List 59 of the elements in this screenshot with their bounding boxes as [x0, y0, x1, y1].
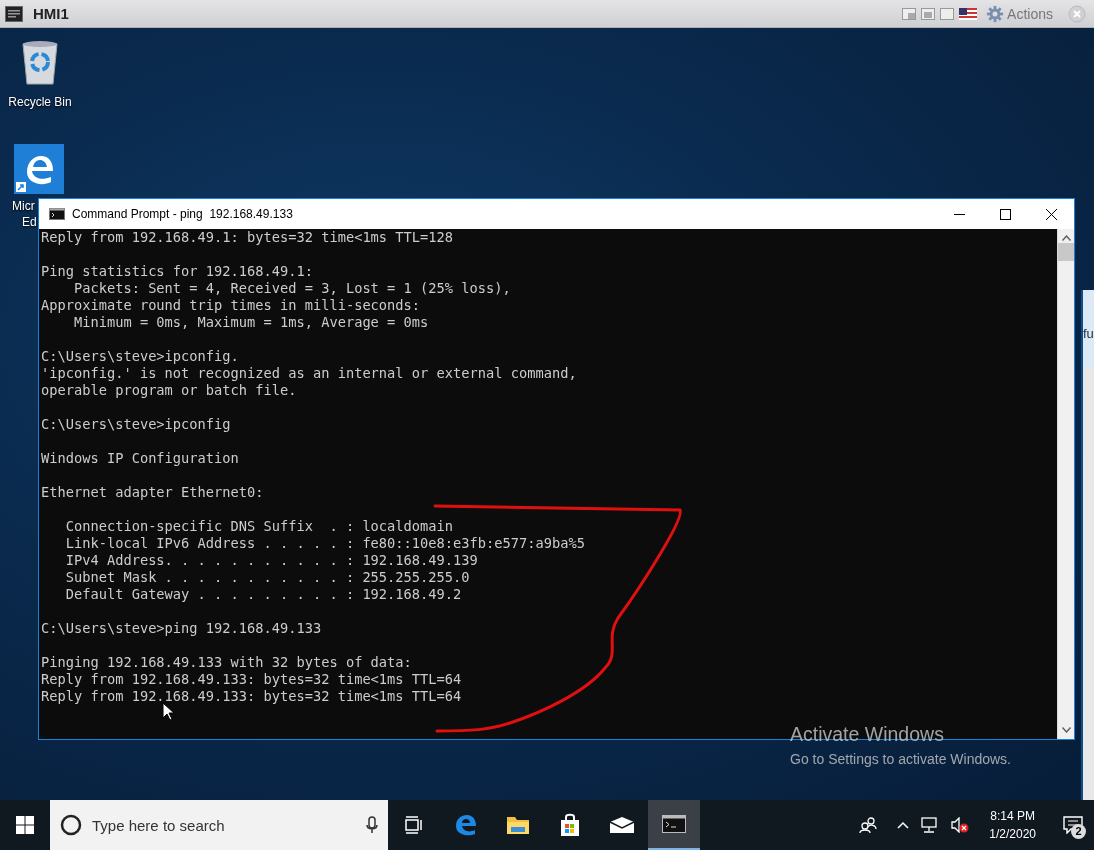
windows-logo-icon [16, 816, 34, 834]
console-line: C:\Users\steve>ipconfig [41, 416, 231, 433]
browser-icon [454, 813, 478, 837]
console-line: Connection-specific DNS Suffix . : localdomain [64, 518, 454, 535]
console-line: Pinging 192.168.49.133 with 32 bytes of data: [41, 654, 412, 671]
console-line: C:\Users\steve>ipconfig. [41, 348, 239, 365]
window-title: Command Prompt - ping 192.168.49.133 [72, 207, 293, 221]
console-line: Link-local IPv6 Address . . . . . : fe80::10e8:e3fb:e577:a9ba%5 [64, 535, 585, 552]
envelope-icon [609, 816, 635, 834]
scrollbar[interactable] [1057, 229, 1074, 739]
console-line: 'ipconfig.' is not recognized as an internal or external command, [41, 365, 577, 382]
notification-count-badge: 2 [1071, 824, 1086, 839]
console-line: Approximate round trip times in milli-seconds: [41, 297, 421, 314]
console-line: Ethernet adapter Ethernet0: [41, 484, 264, 501]
console-line: Reply from 192.168.49.1: bytes=32 time<1ms TTL=128 [41, 229, 454, 246]
search-icon [60, 814, 82, 836]
scrollbar-thumb[interactable] [1058, 243, 1074, 261]
console-line: Packets: Sent = 4, Received = 3, Lost = 1 (25% loss), [72, 280, 511, 297]
clock-time[interactable]: 8:14 PM [990, 807, 1035, 825]
task-view-icon [404, 816, 424, 834]
network-icon[interactable] [921, 817, 940, 833]
scroll-down-icon[interactable] [1061, 727, 1071, 733]
people-icon[interactable] [859, 817, 878, 833]
activation-message: Go to Settings to activate Windows. [790, 750, 1011, 768]
scroll-up-icon[interactable] [1061, 235, 1071, 241]
console-line: operable program or batch file. [41, 382, 297, 399]
taskbar-app-button[interactable] [648, 800, 700, 850]
browser-shortcut-icon[interactable] [14, 144, 64, 194]
command-prompt-icon [49, 208, 65, 220]
console-line: IPv4 Address. . . . . . . . . . . : 192.168.49.139 [64, 552, 478, 569]
desktop-icon-label: Recycle Bin [8, 94, 72, 110]
recycle-bin-icon[interactable] [20, 40, 60, 86]
maximize-icon [999, 208, 1011, 220]
console-line: Windows IP Configuration [41, 450, 239, 467]
caret-icon[interactable] [897, 821, 910, 829]
console-line: Minimum = 0ms, Maximum = 1ms, Average = 0ms [72, 314, 429, 331]
shopping-bag-icon [558, 813, 582, 837]
search-field[interactable]: Type here to search [50, 800, 388, 850]
background-window-text: fu [1083, 326, 1094, 341]
folder-icon [506, 814, 530, 836]
console-line: Default Gateway . . . . . . . . . : 192.168.49.2 [64, 586, 462, 603]
vm-title: HMI1 [33, 5, 69, 22]
keyboard-layout-flag-icon[interactable] [959, 7, 978, 20]
console-line: Subnet Mask . . . . . . . . . . . : 255.255.255.0 [64, 569, 470, 586]
settings-icon[interactable] [986, 4, 1005, 23]
desktop-icon-label: Ed [22, 214, 37, 230]
desktop-icon-label: Micr [12, 198, 35, 214]
microphone-icon[interactable] [366, 816, 378, 834]
notification-icon[interactable] [1063, 816, 1083, 834]
console-line: C:\Users\steve>ping 192.168.49.133 [41, 620, 322, 637]
console-line: Reply from 192.168.49.133: bytes=32 time<1ms TTL=64 [41, 671, 462, 688]
command-prompt-icon [662, 815, 686, 833]
console-line: Reply from 192.168.49.133: bytes=32 time<1ms TTL=64 [41, 688, 462, 705]
clock-date[interactable]: 1/2/2020 [989, 825, 1036, 843]
mouse-pointer-icon [162, 702, 174, 721]
muted-speaker-icon[interactable] [951, 817, 970, 833]
close-icon [1045, 208, 1057, 220]
vm-console-icon [5, 5, 23, 22]
console-line: Ping statistics for 192.168.49.1: [41, 263, 313, 280]
